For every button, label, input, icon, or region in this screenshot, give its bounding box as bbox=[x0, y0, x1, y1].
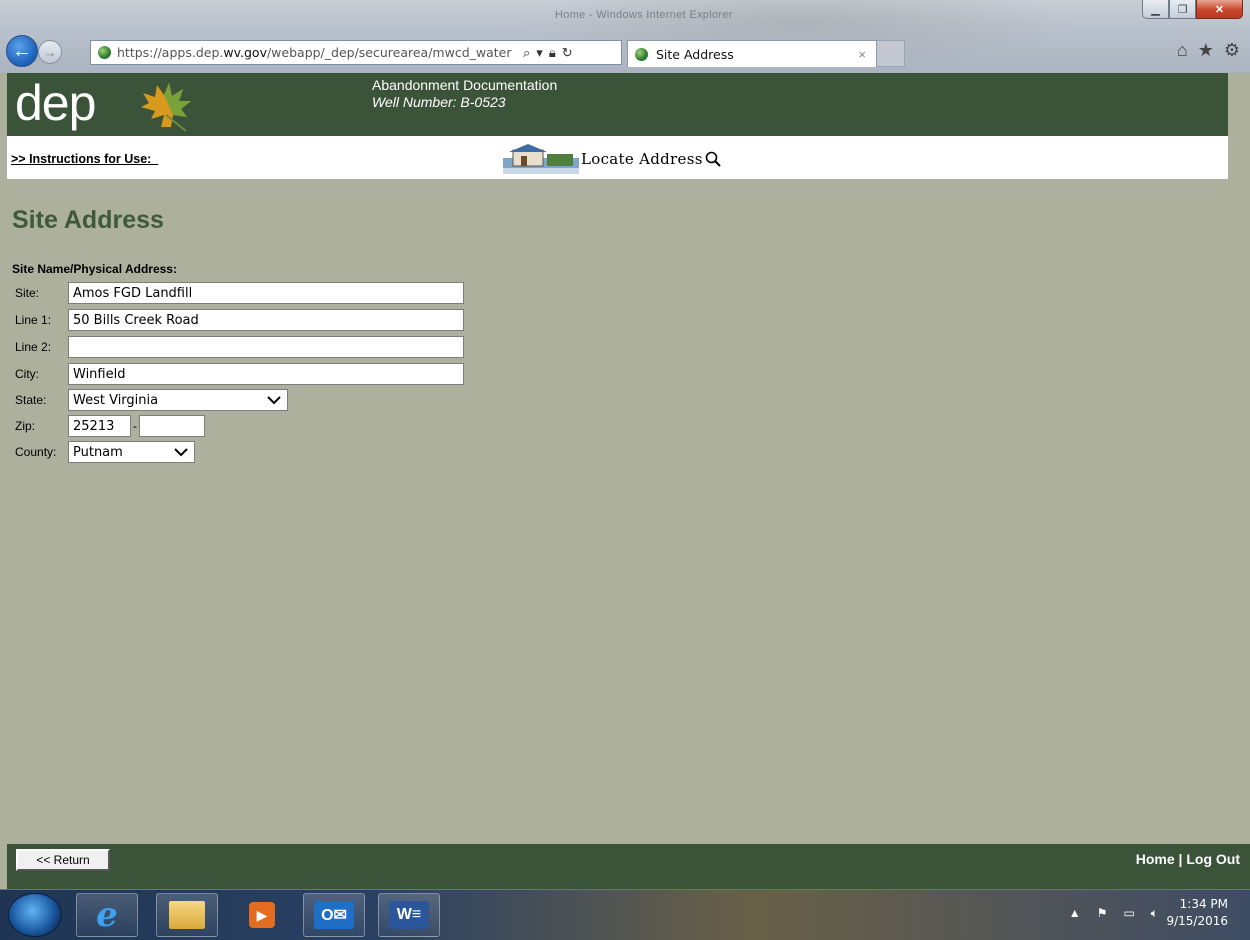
volume-icon[interactable]: 🔈︎ bbox=[1151, 906, 1158, 921]
dropdown-arrow-icon[interactable]: ▾ bbox=[536, 45, 543, 61]
site-label: Site: bbox=[15, 286, 40, 300]
footer-links: Home | Log Out bbox=[1136, 851, 1240, 867]
home-icon[interactable]: ⌂ bbox=[1177, 40, 1188, 61]
state-select[interactable]: West Virginia bbox=[68, 389, 288, 411]
well-number: Well Number: B-0523 bbox=[372, 94, 506, 110]
site-globe-icon bbox=[98, 46, 111, 59]
tab-favicon-icon bbox=[635, 47, 648, 61]
media-player-icon[interactable]: ▶ bbox=[231, 893, 293, 937]
show-hidden-icons-icon[interactable]: ▲ bbox=[1069, 906, 1081, 921]
lock-icon[interactable]: 🔒︎ bbox=[549, 45, 556, 61]
outlook-icon[interactable]: O✉ bbox=[303, 893, 365, 937]
start-orb-icon[interactable] bbox=[8, 893, 62, 937]
close-window-button[interactable]: ✕ bbox=[1196, 0, 1243, 19]
house-map-icon bbox=[503, 144, 579, 174]
page-title: Site Address bbox=[12, 206, 164, 234]
zip-row: Zip: 25213 - bbox=[15, 415, 205, 437]
maple-leaf-icon bbox=[141, 83, 191, 131]
action-center-flag-icon[interactable]: ⚑ bbox=[1097, 906, 1108, 921]
tab-site-address[interactable]: Site Address × bbox=[627, 40, 877, 67]
new-tab-button[interactable] bbox=[877, 40, 905, 67]
state-value: West Virginia bbox=[73, 392, 159, 408]
county-value: Putnam bbox=[73, 444, 123, 460]
window-title: Home - Windows Internet Explorer bbox=[555, 9, 733, 21]
footer-separator: | bbox=[1174, 851, 1187, 867]
site-input[interactable]: Amos FGD Landfill bbox=[68, 282, 464, 304]
chevron-down-icon bbox=[267, 396, 281, 405]
site-header: dep Abandonment Documentation Well Numbe… bbox=[7, 73, 1228, 136]
state-row: State: West Virginia bbox=[15, 389, 288, 411]
file-explorer-icon[interactable] bbox=[156, 893, 218, 937]
line2-label: Line 2: bbox=[15, 340, 52, 354]
zip-label: Zip: bbox=[15, 419, 36, 433]
logout-link[interactable]: Log Out bbox=[1186, 851, 1240, 867]
clock-time: 1:34 PM bbox=[1179, 897, 1228, 911]
forward-button[interactable]: → bbox=[38, 40, 62, 64]
internet-explorer-icon[interactable]: e bbox=[76, 893, 138, 937]
zip-input[interactable]: 25213 bbox=[68, 415, 131, 437]
city-input[interactable]: Winfield bbox=[68, 363, 464, 385]
sub-header-bar: >> Instructions for Use: Locate Address bbox=[7, 136, 1228, 179]
county-row: County: Putnam bbox=[15, 441, 195, 463]
county-select[interactable]: Putnam bbox=[68, 441, 195, 463]
chevron-down-icon bbox=[174, 448, 188, 457]
system-tray: ▲ ⚑ ▭ 🔈︎ bbox=[1069, 906, 1158, 921]
state-label: State: bbox=[15, 393, 47, 407]
refresh-icon[interactable]: ↻ bbox=[562, 45, 573, 61]
site-row: Site: Amos FGD Landfill bbox=[15, 282, 464, 304]
forward-arrow-icon: → bbox=[43, 44, 57, 60]
minimize-button[interactable]: ▁ bbox=[1142, 0, 1169, 19]
address-url[interactable]: https://apps.dep.wv.gov/webapp/_dep/secu… bbox=[117, 45, 519, 60]
section-label: Site Name/Physical Address: bbox=[12, 262, 177, 276]
locate-address-label: Locate Address bbox=[581, 150, 703, 168]
settings-gear-icon[interactable]: ⚙ bbox=[1224, 40, 1240, 61]
line1-input[interactable]: 50 Bills Creek Road bbox=[68, 309, 464, 331]
city-row: City: Winfield bbox=[15, 363, 464, 385]
magnifier-icon bbox=[705, 151, 721, 167]
instructions-link[interactable]: >> Instructions for Use: bbox=[11, 152, 158, 166]
word-icon[interactable]: W≡ bbox=[378, 893, 440, 937]
dep-logo: dep bbox=[15, 75, 96, 131]
browser-chrome: Home - Windows Internet Explorer ▁ ❐ ✕ ←… bbox=[0, 0, 1250, 73]
zip-separator: - bbox=[133, 419, 137, 433]
tab-title: Site Address bbox=[656, 46, 734, 62]
county-label: County: bbox=[15, 445, 57, 459]
page-footer: << Return Home | Log Out bbox=[7, 844, 1250, 889]
line1-row: Line 1: 50 Bills Creek Road bbox=[15, 309, 464, 331]
locate-address-button[interactable]: Locate Address bbox=[503, 144, 721, 174]
line2-input[interactable] bbox=[68, 336, 464, 358]
clock-date: 9/15/2016 bbox=[1166, 914, 1228, 928]
address-bar[interactable]: https://apps.dep.wv.gov/webapp/_dep/secu… bbox=[90, 40, 622, 65]
header-title: Abandonment Documentation bbox=[372, 77, 558, 93]
search-icon[interactable]: ⌕ bbox=[523, 45, 530, 61]
restore-button[interactable]: ❐ bbox=[1169, 0, 1196, 19]
network-icon[interactable]: ▭ bbox=[1123, 906, 1134, 921]
city-label: City: bbox=[15, 367, 39, 381]
return-button[interactable]: << Return bbox=[16, 849, 110, 871]
line1-label: Line 1: bbox=[15, 313, 52, 327]
taskbar-clock[interactable]: 1:34 PM 9/15/2016 bbox=[1166, 896, 1228, 930]
window-controls: ▁ ❐ ✕ bbox=[1142, 0, 1243, 19]
tab-close-icon[interactable]: × bbox=[858, 47, 866, 62]
favorites-star-icon[interactable]: ★ bbox=[1198, 40, 1214, 61]
back-arrow-icon: ← bbox=[12, 39, 32, 62]
browser-toolbar: ⌂ ★ ⚙ bbox=[1177, 40, 1240, 61]
zip-ext-input[interactable] bbox=[139, 415, 205, 437]
line2-row: Line 2: bbox=[15, 336, 464, 358]
windows-taskbar: e ▶ O✉ W≡ ▲ ⚑ ▭ 🔈︎ 1:34 PM 9/15/2016 bbox=[0, 889, 1250, 940]
back-button[interactable]: ← bbox=[6, 35, 38, 67]
home-link[interactable]: Home bbox=[1136, 851, 1175, 867]
